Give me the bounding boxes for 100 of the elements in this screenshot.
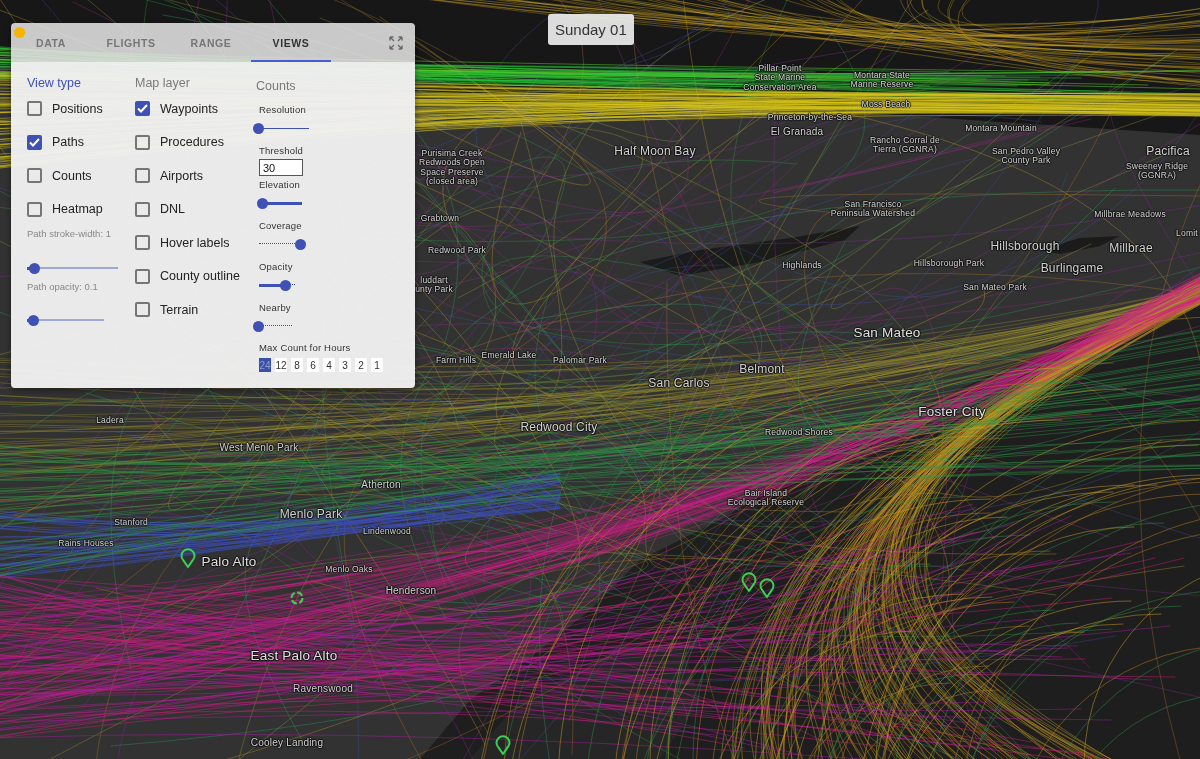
slider-label: Path opacity: 0.1 <box>27 281 98 293</box>
place-label: Foster City <box>918 404 986 420</box>
place-label: Menlo Oaks <box>325 565 373 575</box>
hour-count-button[interactable]: 3 <box>339 358 351 372</box>
checkbox-label: Airports <box>160 168 204 183</box>
control-label: Threshold <box>259 145 304 157</box>
place-label: San Mateo Park <box>963 283 1027 293</box>
slider-thumb[interactable] <box>253 320 264 332</box>
checkbox[interactable] <box>135 302 150 318</box>
place-label: Princeton-by-the-Sea <box>767 113 853 123</box>
place-label: San Mateo <box>853 325 921 341</box>
place-label: Lomit <box>1176 229 1198 239</box>
control-label: Resolution <box>259 104 306 116</box>
place-label: Menlo Park <box>279 508 343 522</box>
checkbox-label: County outline <box>160 269 240 284</box>
checkmark-icon <box>137 103 148 115</box>
place-label: Atherton <box>361 478 401 490</box>
checkbox-label: Terrain <box>160 302 199 317</box>
place-label: Purisima Creek Redwoods Open Space Preserve (closed area) <box>419 149 485 187</box>
expand-icon[interactable] <box>388 35 404 51</box>
place-label: Lindenwood <box>363 527 411 537</box>
place-label: Burlingame <box>1040 262 1104 276</box>
place-label: Palo Alto <box>201 554 257 570</box>
place-label: luddart unty Park <box>415 275 453 295</box>
checkbox[interactable] <box>135 101 150 117</box>
place-label: Farm Hills <box>435 356 477 366</box>
checkbox[interactable] <box>27 134 42 150</box>
map-pin-icon[interactable] <box>180 548 196 568</box>
place-label: Millbrae Meadows <box>1094 210 1166 220</box>
map-pin-icon[interactable] <box>759 578 775 598</box>
checkbox[interactable] <box>135 201 150 217</box>
place-label: Ravenswood <box>293 682 353 694</box>
place-label: Redwood City <box>520 421 598 435</box>
checkbox[interactable] <box>135 268 150 284</box>
hour-count-button[interactable]: 2 <box>355 358 367 372</box>
section-title: View type <box>27 75 81 92</box>
ring-icon[interactable] <box>290 591 304 605</box>
slider-thumb[interactable] <box>295 238 306 250</box>
place-label: Moss Beach <box>861 100 911 110</box>
place-label: Rains Houses <box>58 539 114 549</box>
control-label: Opacity <box>259 261 293 273</box>
place-label: East Palo Alto <box>250 648 338 664</box>
control-label: Max Count for Hours <box>259 342 351 354</box>
place-label: Rancho Corral de Tierra (GGNRA) <box>870 135 940 155</box>
hour-count-button[interactable]: 8 <box>291 358 303 372</box>
place-label: San Francisco Peninsula Watershed <box>830 199 916 219</box>
checkbox-label: Hover labels <box>160 235 230 250</box>
section-title: Counts <box>256 78 296 95</box>
place-label: San Carlos <box>648 377 710 391</box>
checkbox[interactable] <box>27 201 42 217</box>
checkbox-label: DNL <box>160 202 185 217</box>
hour-count-button[interactable]: 1 <box>371 358 383 372</box>
place-label: Hillsborough <box>990 240 1060 254</box>
control-label: Nearby <box>259 302 291 314</box>
hour-count-button[interactable]: 12 <box>275 358 287 372</box>
checkbox[interactable] <box>27 101 42 117</box>
checkbox[interactable] <box>135 134 150 150</box>
place-label: Emerald Lake <box>481 351 537 361</box>
map-pin-icon[interactable] <box>495 735 511 755</box>
slider-thumb[interactable] <box>29 262 41 274</box>
slider-thumb[interactable] <box>27 314 39 326</box>
checkbox[interactable] <box>27 168 42 184</box>
place-label: Hillsborough Park <box>913 259 985 269</box>
number-input[interactable]: 30 <box>259 159 303 176</box>
place-label: Cooley Landing <box>250 736 324 748</box>
slider-thumb[interactable] <box>256 197 268 209</box>
window-dot-icon[interactable] <box>14 27 25 38</box>
checkbox[interactable] <box>135 168 150 184</box>
hour-count-button[interactable]: 6 <box>307 358 319 372</box>
slider-thumb[interactable] <box>280 279 291 291</box>
place-label: San Pedro Valley County Park <box>991 146 1061 166</box>
checkbox-label: Paths <box>52 135 84 150</box>
section-title: Map layer <box>135 75 190 92</box>
place-label: Millbrae <box>1109 242 1153 256</box>
slider-label: Path stroke-width: 1 <box>27 228 111 240</box>
place-label: Henderson <box>385 584 437 596</box>
place-label: Redwood Shores <box>765 428 833 438</box>
place-label: Pacifica <box>1146 145 1190 159</box>
map-pin-icon[interactable] <box>741 572 757 592</box>
hour-count-button[interactable]: 4 <box>323 358 335 372</box>
place-label: West Menlo Park <box>219 441 299 453</box>
place-label: Grabtown <box>420 214 460 224</box>
place-label: Half Moon Bay <box>614 145 696 159</box>
control-label: Elevation <box>259 179 300 191</box>
control-label: Coverage <box>259 220 302 232</box>
checkbox-label: Positions <box>52 101 103 116</box>
place-label: Redwood Park <box>427 246 487 256</box>
checkbox-label: Counts <box>52 168 92 183</box>
place-label: Highlands <box>782 261 822 271</box>
place-label: El Granada <box>770 125 824 137</box>
checkbox[interactable] <box>135 235 150 251</box>
slider-thumb[interactable] <box>253 122 264 134</box>
place-label: Palomar Park <box>553 356 607 366</box>
checkmark-icon <box>29 136 40 148</box>
checkbox-label: Waypoints <box>160 101 218 116</box>
place-label: Belmont <box>739 363 785 377</box>
checkbox-label: Procedures <box>160 135 224 150</box>
place-label: Montara Mountain <box>965 124 1037 134</box>
place-label: Bair Island Ecological Reserve <box>727 488 805 508</box>
place-label: Ladera <box>96 416 124 426</box>
